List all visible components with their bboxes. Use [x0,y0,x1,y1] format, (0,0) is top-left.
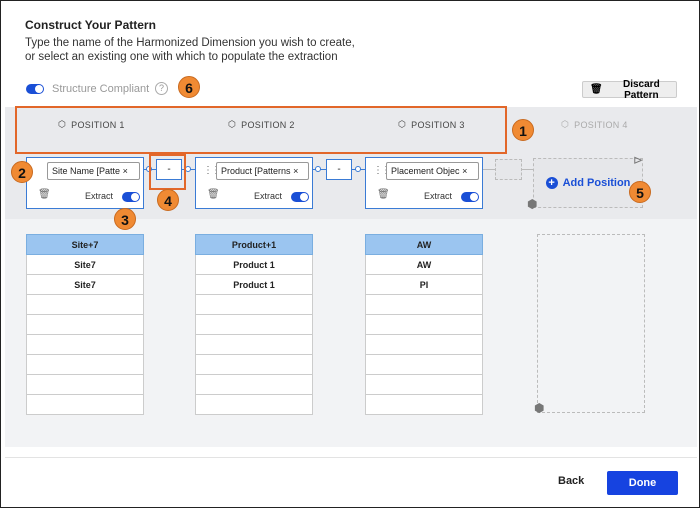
table-header: Site+7 [26,234,144,255]
table-cell [26,354,144,375]
table-cell: PI [365,274,483,295]
table-cell [26,374,144,395]
separator-placeholder[interactable] [495,159,522,180]
table-cell [195,354,313,375]
connector-line [522,169,533,170]
table-cell: Product 1 [195,254,313,275]
table-cell [365,374,483,395]
position-1-card[interactable]: Site Name [Patte × 🗑 Extract [26,157,144,209]
position-3-tag[interactable]: Placement Objec × [386,162,479,180]
position-2-tag-label: Product [Patterns [221,166,291,176]
position-3-preview-table: AW AW PI [365,234,483,415]
structure-compliant-label: Structure Compliant [52,83,150,95]
structure-compliant-toggle[interactable] [26,84,44,94]
subtitle-line-2: or select an existing one with which to … [25,50,338,63]
trash-icon[interactable]: 🗑 [38,189,51,200]
remove-tag-icon[interactable]: × [123,166,128,176]
pattern-dialog: Construct Your Pattern Type the name of … [0,0,700,508]
cube-cursor-icon: ⬢ [534,401,545,415]
position-2-extract-toggle[interactable] [291,192,309,202]
table-cell [365,394,483,415]
table-cell [365,314,483,335]
back-button[interactable]: Back [558,475,584,487]
help-icon[interactable]: ? [155,82,168,95]
table-cell [365,334,483,355]
plus-icon: + [545,177,558,189]
page-title: Construct Your Pattern [25,18,156,32]
position-3-tag-label: Placement Objec [391,166,460,176]
discard-pattern-label: Discard Pattern [623,78,660,101]
connector-dot [315,166,321,172]
trash-icon[interactable]: 🗑 [377,189,390,200]
table-cell [195,294,313,315]
table-header: AW [365,234,483,255]
separator-2[interactable]: - [326,159,352,180]
connector-dot [355,166,361,172]
callout-badge-5: 5 [629,181,651,203]
position-3-card[interactable]: ⋮⋮ Placement Objec × 🗑 Extract [365,157,483,209]
trash-icon: 🗑 [590,84,603,95]
table-cell: Site7 [26,254,144,275]
position-4-header: ⬡ POSITION 4 [561,119,628,130]
position-1-extract-label: Extract [85,191,114,201]
add-position-label: Add Position [562,177,631,189]
done-button[interactable]: Done [607,471,678,495]
table-cell: AW [365,254,483,275]
position-1-tag[interactable]: Site Name [Patte × [47,162,140,180]
page-subtitle: Type the name of the Harmonized Dimensio… [25,37,355,64]
callout-badge-1: 1 [512,119,534,141]
position-1-preview-table: Site+7 Site7 Site7 [26,234,144,415]
table-cell [365,354,483,375]
remove-tag-icon[interactable]: × [293,166,298,176]
position-1-tag-label: Site Name [Patte [52,166,121,176]
table-cell [26,334,144,355]
position-2-extract-label: Extract [254,191,283,201]
callout-box-separator [149,154,186,190]
trash-icon[interactable]: 🗑 [207,189,220,200]
position-2-card[interactable]: ⋮⋮ Product [Patterns × 🗑 Extract [195,157,313,209]
table-cell [195,394,313,415]
footer-divider [5,457,697,458]
position-4-drop-zone[interactable] [537,234,645,413]
discard-pattern-button[interactable]: 🗑 Discard Pattern [582,78,677,101]
remove-tag-icon[interactable]: × [462,166,467,176]
callout-badge-6: 6 [178,76,200,98]
position-4-label: POSITION 4 [574,119,628,130]
table-cell: Site7 [26,274,144,295]
callout-box-positions [15,106,507,154]
subtitle-line-1: Type the name of the Harmonized Dimensio… [25,37,355,49]
position-2-tag[interactable]: Product [Patterns × [216,162,309,180]
table-cell: Product 1 [195,274,313,295]
table-cell [26,314,144,335]
position-3-extract-toggle[interactable] [461,192,479,202]
table-cell [26,394,144,415]
cube-icon: ⬡ [561,119,570,129]
table-cell [195,314,313,335]
table-cell [195,374,313,395]
position-3-extract-label: Extract [424,191,453,201]
add-position-button[interactable]: + Add Position [533,158,643,208]
table-header: Product+1 [195,234,313,255]
table-cell [195,334,313,355]
callout-badge-2: 2 [11,161,33,183]
position-1-extract-toggle[interactable] [122,192,140,202]
table-cell [26,294,144,315]
connector-line [483,169,495,170]
callout-badge-3: 3 [114,208,136,230]
position-2-preview-table: Product+1 Product 1 Product 1 [195,234,313,415]
callout-badge-4: 4 [157,189,179,211]
cube-cursor-icon: ⬢ [527,197,538,211]
table-cell [365,294,483,315]
drag-cursor-icon: ⊳ [633,153,644,167]
